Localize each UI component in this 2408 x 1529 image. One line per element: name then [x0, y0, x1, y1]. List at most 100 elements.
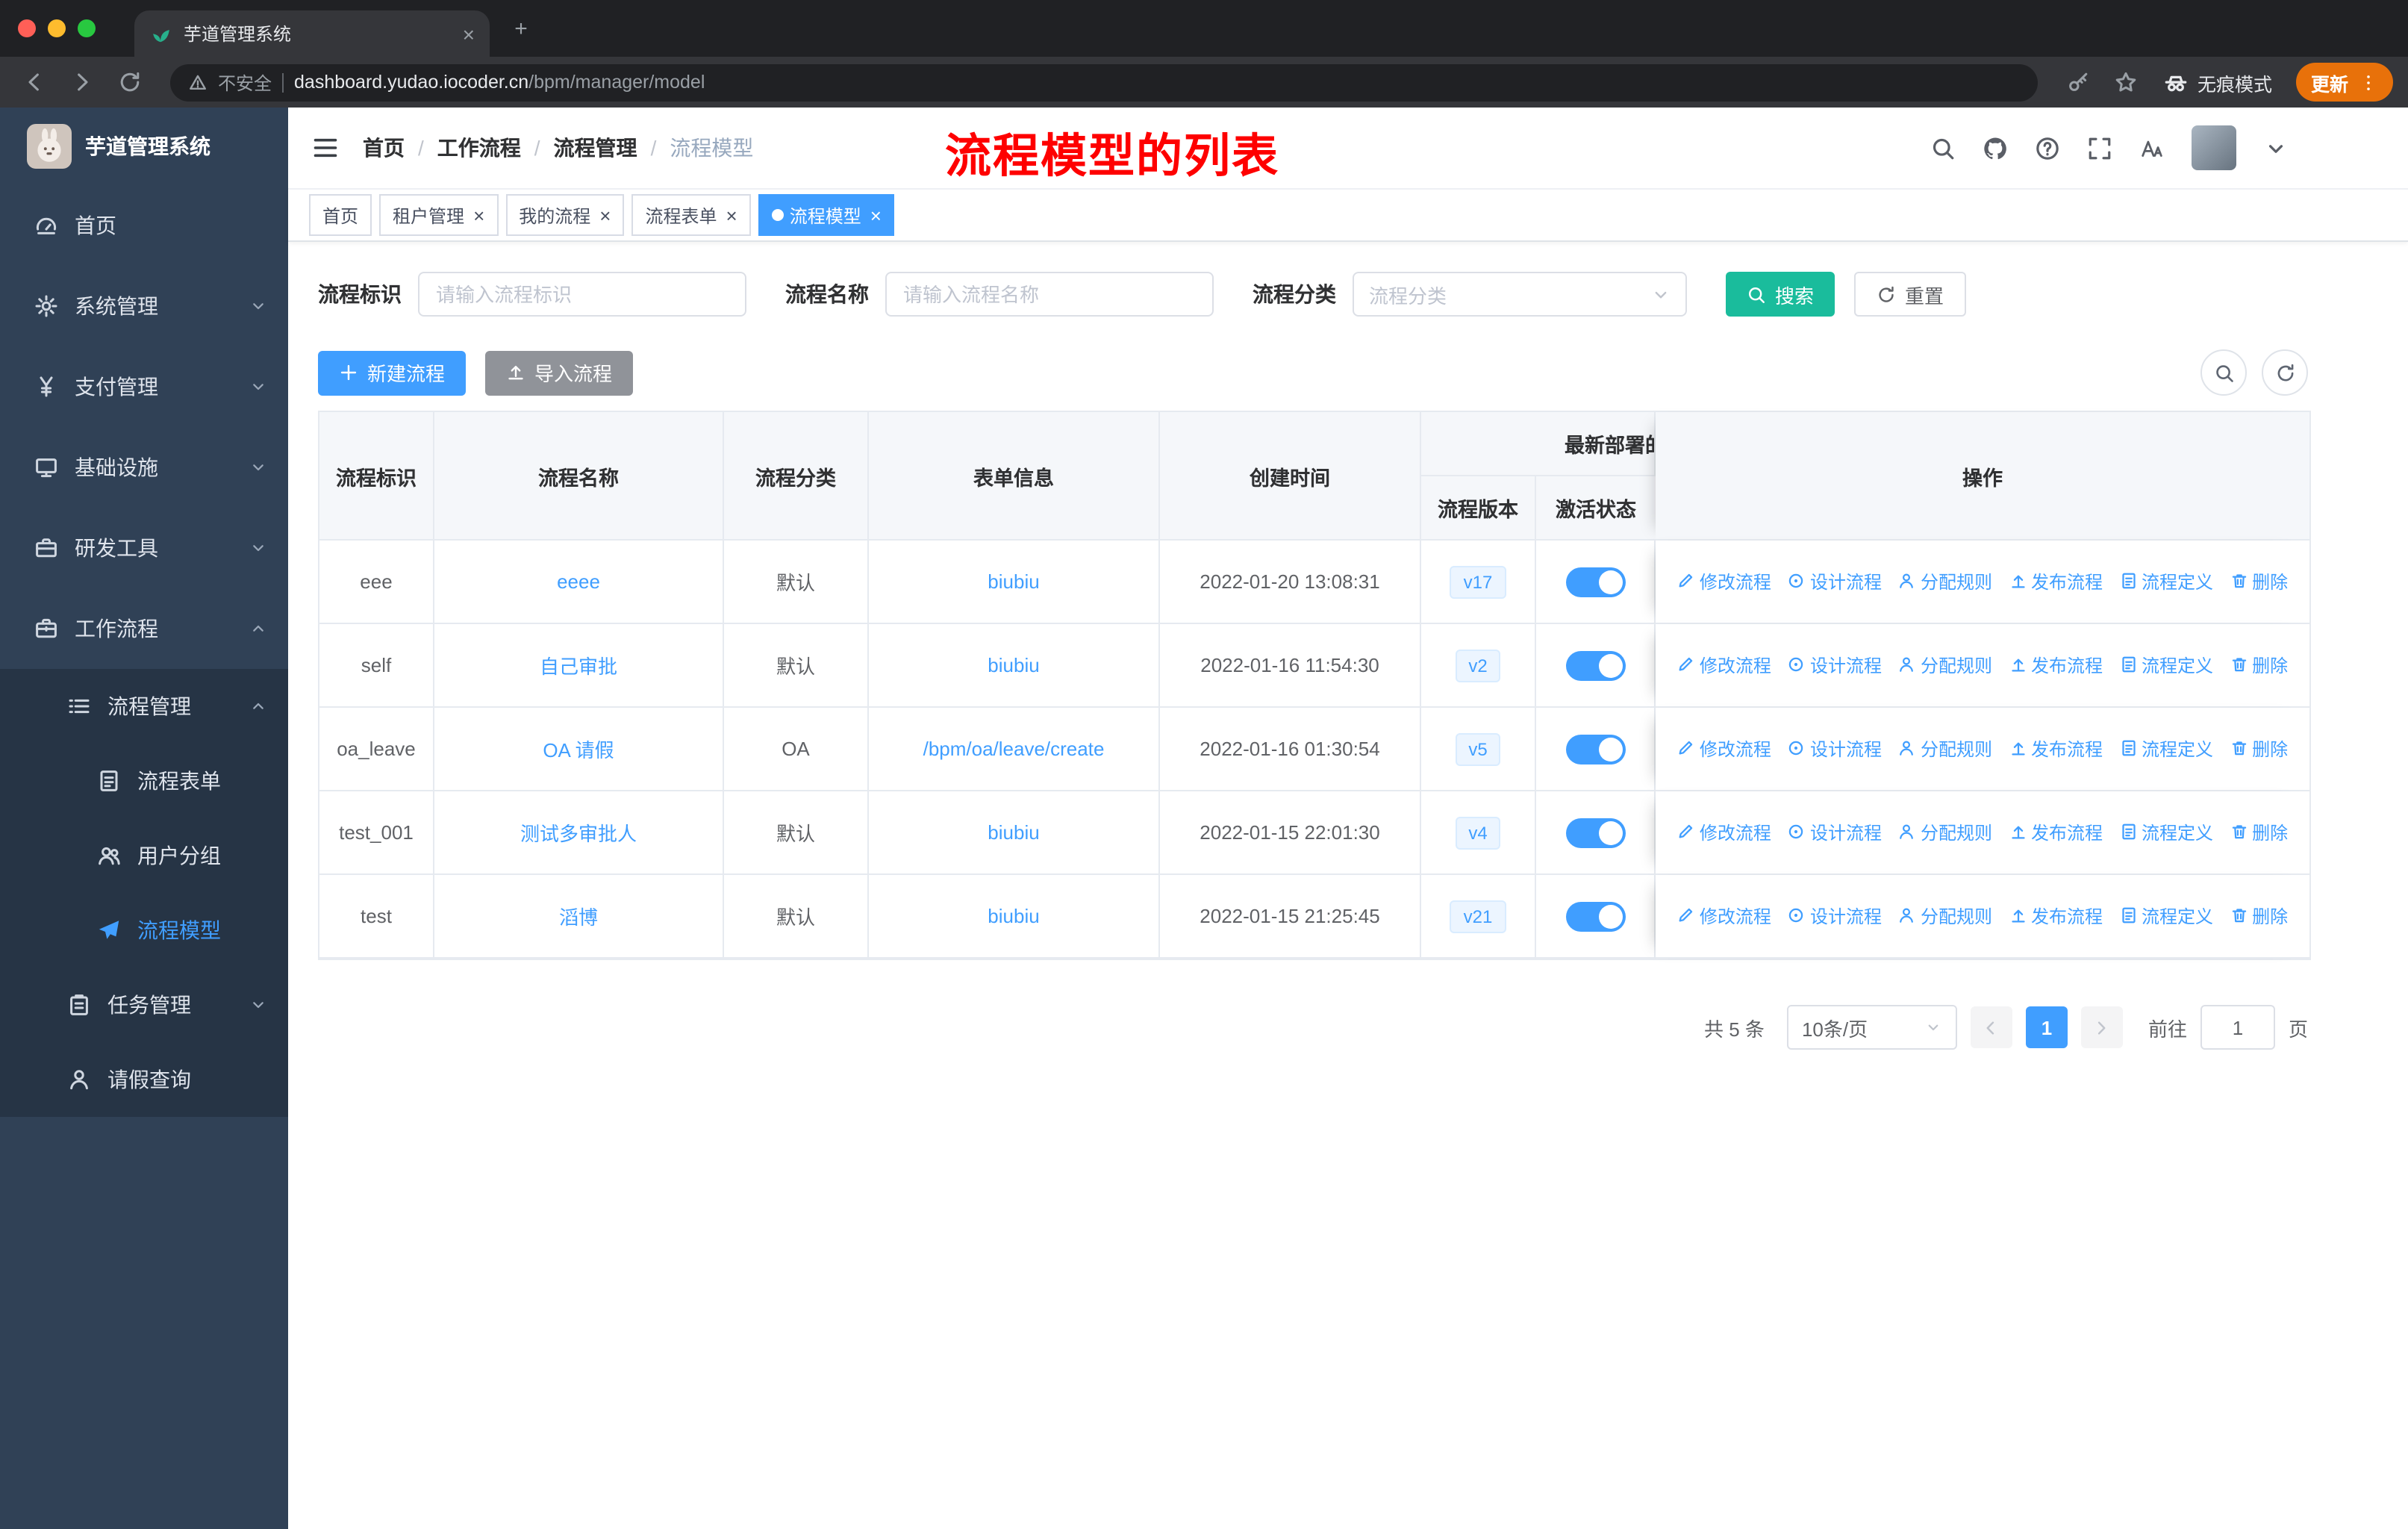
breadcrumb-item[interactable]: 首页	[363, 133, 405, 163]
sidebar-item[interactable]: 支付管理	[0, 346, 288, 427]
action-definition[interactable]: 流程定义	[2119, 569, 2213, 594]
create-process-button[interactable]: 新建流程	[318, 350, 467, 395]
action-design[interactable]: 设计流程	[1788, 569, 1882, 594]
action-assign-rules[interactable]: 分配规则	[1898, 903, 1992, 929]
form-info-link[interactable]: biubiu	[988, 570, 1039, 593]
user-avatar[interactable]	[2192, 125, 2236, 170]
browser-menu-icon[interactable]	[2359, 72, 2378, 92]
process-key-input[interactable]	[418, 272, 746, 317]
active-toggle[interactable]	[1565, 901, 1625, 931]
breadcrumb-item[interactable]: 流程管理	[554, 133, 637, 163]
action-definition[interactable]: 流程定义	[2119, 653, 2213, 678]
action-edit[interactable]: 修改流程	[1677, 820, 1771, 845]
action-delete[interactable]: 删除	[2230, 736, 2288, 762]
prev-page-button[interactable]	[1970, 1006, 2012, 1048]
action-edit[interactable]: 修改流程	[1677, 569, 1771, 594]
action-design[interactable]: 设计流程	[1788, 820, 1882, 845]
close-window-button[interactable]	[18, 19, 36, 37]
sidebar-item[interactable]: 工作流程	[0, 588, 288, 669]
action-design[interactable]: 设计流程	[1788, 653, 1882, 678]
sidebar-item[interactable]: 研发工具	[0, 508, 288, 588]
tag-home[interactable]: 首页	[309, 194, 372, 236]
chrome-update-button[interactable]: 更新	[2295, 63, 2393, 102]
action-publish[interactable]: 发布流程	[2009, 736, 2103, 762]
help-icon[interactable]	[2035, 135, 2060, 161]
toggle-search-button[interactable]	[2200, 349, 2247, 396]
active-toggle[interactable]	[1565, 650, 1625, 680]
action-assign-rules[interactable]: 分配规则	[1898, 736, 1992, 762]
import-process-button[interactable]: 导入流程	[485, 350, 634, 395]
action-publish[interactable]: 发布流程	[2009, 820, 2103, 845]
back-button[interactable]	[15, 63, 54, 102]
sidebar-item[interactable]: 流程模型	[0, 893, 288, 968]
sidebar-item[interactable]: 用户分组	[0, 818, 288, 893]
action-assign-rules[interactable]: 分配规则	[1898, 569, 1992, 594]
model-name-link[interactable]: 自己审批	[540, 655, 617, 678]
process-name-input[interactable]	[885, 272, 1214, 317]
sidebar-toggle-button[interactable]	[312, 134, 339, 161]
bookmark-star-icon[interactable]	[2106, 63, 2145, 102]
browser-tab[interactable]: 芋道管理系统 ×	[134, 10, 490, 57]
avatar-caret-icon[interactable]	[2263, 135, 2289, 161]
active-toggle[interactable]	[1565, 818, 1625, 847]
action-assign-rules[interactable]: 分配规则	[1898, 820, 1992, 845]
action-edit[interactable]: 修改流程	[1677, 903, 1771, 929]
tag-my-process[interactable]: 我的流程 ×	[505, 194, 625, 236]
tag-process-model[interactable]: 流程模型 ×	[758, 194, 895, 236]
close-icon[interactable]: ×	[870, 205, 882, 225]
sidebar-item[interactable]: 流程表单	[0, 744, 288, 818]
next-page-button[interactable]	[2080, 1006, 2123, 1048]
github-icon[interactable]	[1983, 135, 2008, 161]
action-delete[interactable]: 删除	[2230, 653, 2288, 678]
model-name-link[interactable]: 测试多审批人	[520, 823, 637, 845]
form-info-link[interactable]: biubiu	[988, 905, 1039, 927]
sidebar-item[interactable]: 请假查询	[0, 1042, 288, 1117]
form-info-link[interactable]: /bpm/oa/leave/create	[923, 738, 1105, 760]
goto-page-input[interactable]	[2200, 1005, 2275, 1050]
model-name-link[interactable]: eeee	[557, 570, 600, 593]
sidebar-item[interactable]: 系统管理	[0, 266, 288, 346]
sidebar-item[interactable]: 基础设施	[0, 427, 288, 508]
action-assign-rules[interactable]: 分配规则	[1898, 653, 1992, 678]
action-publish[interactable]: 发布流程	[2009, 653, 2103, 678]
action-definition[interactable]: 流程定义	[2119, 820, 2213, 845]
refresh-table-button[interactable]	[2262, 349, 2308, 396]
action-design[interactable]: 设计流程	[1788, 736, 1882, 762]
form-info-link[interactable]: biubiu	[988, 821, 1039, 844]
model-name-link[interactable]: OA 请假	[543, 739, 614, 762]
action-design[interactable]: 设计流程	[1788, 903, 1882, 929]
reload-button[interactable]	[110, 63, 149, 102]
passkey-icon[interactable]	[2059, 63, 2097, 102]
action-delete[interactable]: 删除	[2230, 903, 2288, 929]
tag-tenant[interactable]: 租户管理 ×	[379, 194, 499, 236]
font-size-icon[interactable]	[2139, 135, 2165, 161]
zoom-window-button[interactable]	[78, 19, 96, 37]
sidebar-item[interactable]: 首页	[0, 185, 288, 266]
active-toggle[interactable]	[1565, 567, 1625, 597]
page-size-select[interactable]: 10条/页	[1786, 1005, 1957, 1050]
fullscreen-icon[interactable]	[2087, 135, 2112, 161]
form-info-link[interactable]: biubiu	[988, 654, 1039, 676]
reset-button[interactable]: 重置	[1854, 272, 1967, 317]
address-bar[interactable]: 不安全 dashboard.yudao.iocoder.cn/bpm/manag…	[170, 63, 2038, 101]
tab-close-icon[interactable]: ×	[463, 23, 475, 44]
action-edit[interactable]: 修改流程	[1677, 736, 1771, 762]
model-name-link[interactable]: 滔博	[559, 906, 598, 929]
close-icon[interactable]: ×	[473, 205, 484, 225]
tag-process-form[interactable]: 流程表单 ×	[631, 194, 751, 236]
close-icon[interactable]: ×	[599, 205, 611, 225]
process-category-select[interactable]: 流程分类	[1353, 272, 1687, 317]
close-icon[interactable]: ×	[726, 205, 737, 225]
action-delete[interactable]: 删除	[2230, 569, 2288, 594]
active-toggle[interactable]	[1565, 734, 1625, 764]
search-button[interactable]: 搜索	[1726, 272, 1835, 317]
action-publish[interactable]: 发布流程	[2009, 569, 2103, 594]
page-1-button[interactable]: 1	[2025, 1006, 2068, 1048]
sidebar-item[interactable]: 流程管理	[0, 669, 288, 744]
header-search-icon[interactable]	[1930, 135, 1956, 161]
breadcrumb-item[interactable]: 工作流程	[437, 133, 521, 163]
action-definition[interactable]: 流程定义	[2119, 903, 2213, 929]
action-definition[interactable]: 流程定义	[2119, 736, 2213, 762]
new-tab-button[interactable]: +	[502, 9, 540, 48]
action-delete[interactable]: 删除	[2230, 820, 2288, 845]
